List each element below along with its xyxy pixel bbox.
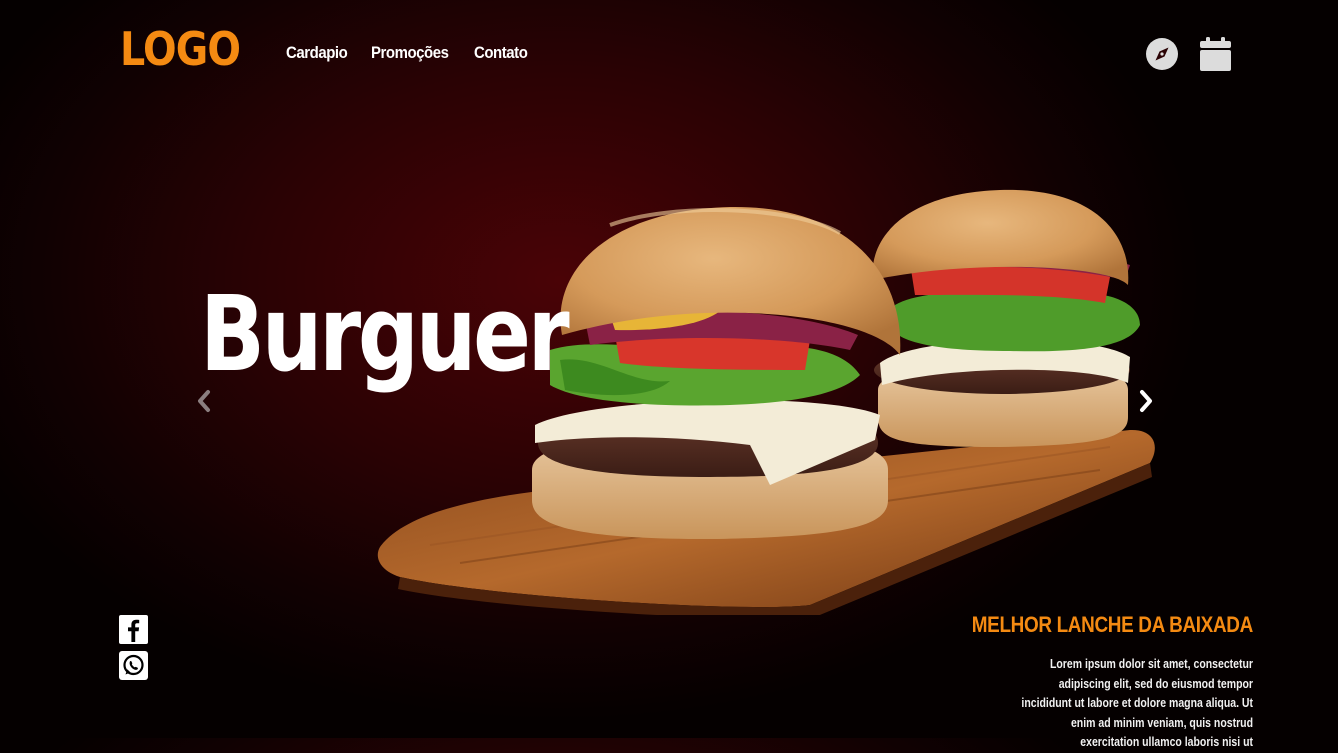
logo[interactable]: LOGO xyxy=(120,22,241,76)
nav-link-contato[interactable]: Contato xyxy=(474,43,528,63)
nav-link-promocoes[interactable]: Promoções xyxy=(371,43,449,63)
whatsapp-icon[interactable] xyxy=(119,651,148,680)
facebook-icon[interactable] xyxy=(119,615,148,644)
description-text: Lorem ipsum dolor sit amet, consectetur … xyxy=(1021,657,1253,750)
burger-image xyxy=(377,189,1155,615)
chevron-left-icon[interactable] xyxy=(193,388,215,414)
tagline: MELHOR LANCHE DA BAIXADA xyxy=(971,612,1253,637)
chevron-right-icon[interactable] xyxy=(1135,388,1157,414)
compass-icon[interactable] xyxy=(1145,37,1179,71)
calendar-icon[interactable] xyxy=(1200,37,1231,71)
nav-link-cardapio[interactable]: Cardapio xyxy=(286,43,348,63)
main-nav: Cardapio Promoções Contato xyxy=(286,43,535,63)
hero-title: Burguer xyxy=(200,273,570,395)
